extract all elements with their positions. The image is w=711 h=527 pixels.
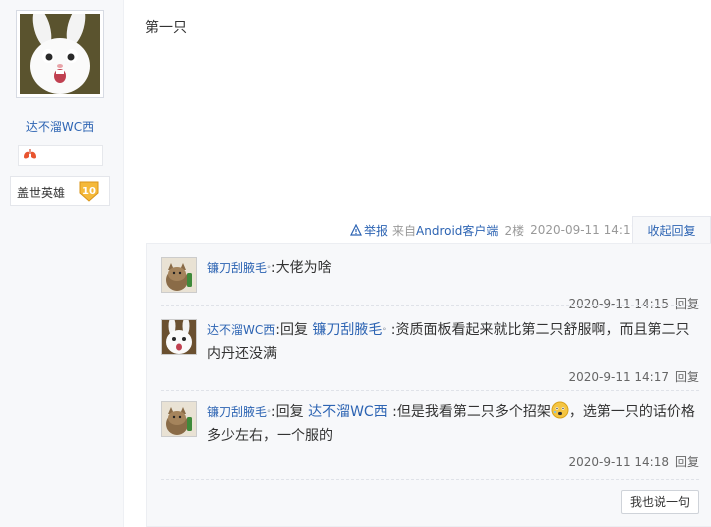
reply-content: 镰刀刮腋毛ᐤ:回复 达不溜WC西 :但是我看第二只多个招架 ，选第一只的话价格多… (207, 401, 699, 447)
reply-divider (161, 390, 699, 391)
reply-button[interactable]: 回复 (675, 455, 699, 469)
cat-avatar-icon (162, 402, 196, 436)
bunny-avatar-icon (162, 317, 196, 354)
reply-avatar[interactable] (161, 401, 197, 437)
author-name[interactable]: 达不溜WC西 (0, 118, 120, 135)
reply-text: 大佬为啥 (275, 260, 332, 276)
reply-item: 镰刀刮腋毛ᐤ:大佬为啥 2020-9-11 14:15 回复 (161, 257, 699, 312)
source-prefix: 来自 (392, 223, 417, 238)
level-number: 10 (82, 186, 96, 197)
level-box[interactable]: 盖世英雄 10 (10, 176, 110, 206)
reply-time: 2020-9-11 14:17 (568, 370, 669, 384)
post-time: 2020-09-11 14:11 (530, 223, 639, 237)
reply-item: 镰刀刮腋毛ᐤ:回复 达不溜WC西 :但是我看第二只多个招架 ，选第一只的话价格多… (161, 401, 699, 469)
reply-text: 但是我看第二只多个招架 (396, 404, 551, 420)
author-avatar[interactable] (16, 6, 104, 98)
reply-target-user[interactable]: 镰刀刮腋毛 (312, 322, 382, 338)
reply-target-user[interactable]: 达不溜WC西 (308, 404, 388, 420)
member-lung-icon[interactable] (23, 148, 37, 160)
reply-content: 达不溜WC西:回复 镰刀刮腋毛ᐤ :资质面板看起来就比第二只舒服啊，而且第二只内… (207, 319, 699, 365)
reply-meta: 2020-9-11 14:18 回复 (568, 453, 699, 470)
post-tail: 举报 来自Android客户端 2楼 2020-09-11 14:11 (350, 220, 638, 240)
reply-avatar[interactable] (161, 257, 197, 293)
level-badge-icon: 10 (79, 181, 99, 202)
reply-meta: 2020-9-11 14:17 回复 (568, 368, 699, 385)
report-label: 举报 (364, 223, 389, 238)
reply-divider (161, 479, 699, 480)
reply-button[interactable]: 回复 (675, 370, 699, 384)
say-something-button[interactable]: 我也说一句 (621, 490, 699, 514)
member-badge-row (18, 145, 103, 166)
reply-divider (161, 305, 699, 306)
reply-time: 2020-9-11 14:18 (568, 455, 669, 469)
reply-username[interactable]: 镰刀刮腋毛 (207, 261, 267, 275)
report-link[interactable]: 举报 (350, 222, 388, 239)
post-content: 第一只 (145, 20, 187, 36)
reply-content: 镰刀刮腋毛ᐤ:大佬为啥 (207, 257, 699, 281)
reply-button[interactable]: 回复 (675, 297, 699, 311)
reply-panel: 镰刀刮腋毛ᐤ:大佬为啥 2020-9-11 14:15 回复 达不溜WC西:回复 … (146, 243, 711, 527)
emoji-face-icon (551, 401, 569, 419)
reply-item: 达不溜WC西:回复 镰刀刮腋毛ᐤ :资质面板看起来就比第二只舒服啊，而且第二只内… (161, 317, 699, 385)
reply-to-word: 回复 (275, 404, 304, 420)
warning-icon (350, 224, 362, 236)
floor-number: 2楼 (504, 223, 525, 238)
reply-to-word: 回复 (279, 322, 308, 338)
cat-avatar-icon (162, 258, 196, 292)
reply-time: 2020-9-11 14:15 (568, 297, 669, 311)
reply-avatar[interactable] (161, 317, 197, 355)
reply-username[interactable]: 达不溜WC西 (207, 323, 275, 337)
post-source: 来自Android客户端 (392, 222, 498, 239)
collapse-replies-button[interactable]: 收起回复 (632, 216, 711, 244)
reply-meta: 2020-9-11 14:15 回复 (568, 295, 699, 312)
reply-username[interactable]: 镰刀刮腋毛 (207, 405, 267, 419)
author-sidebar: 达不溜WC西 盖世英雄 10 (0, 0, 124, 527)
user-hat-icon: ᐤ (382, 326, 387, 337)
bunny-avatar-icon (20, 6, 100, 94)
source-client-link[interactable]: Android客户端 (416, 224, 498, 238)
level-title: 盖世英雄 (17, 186, 66, 200)
